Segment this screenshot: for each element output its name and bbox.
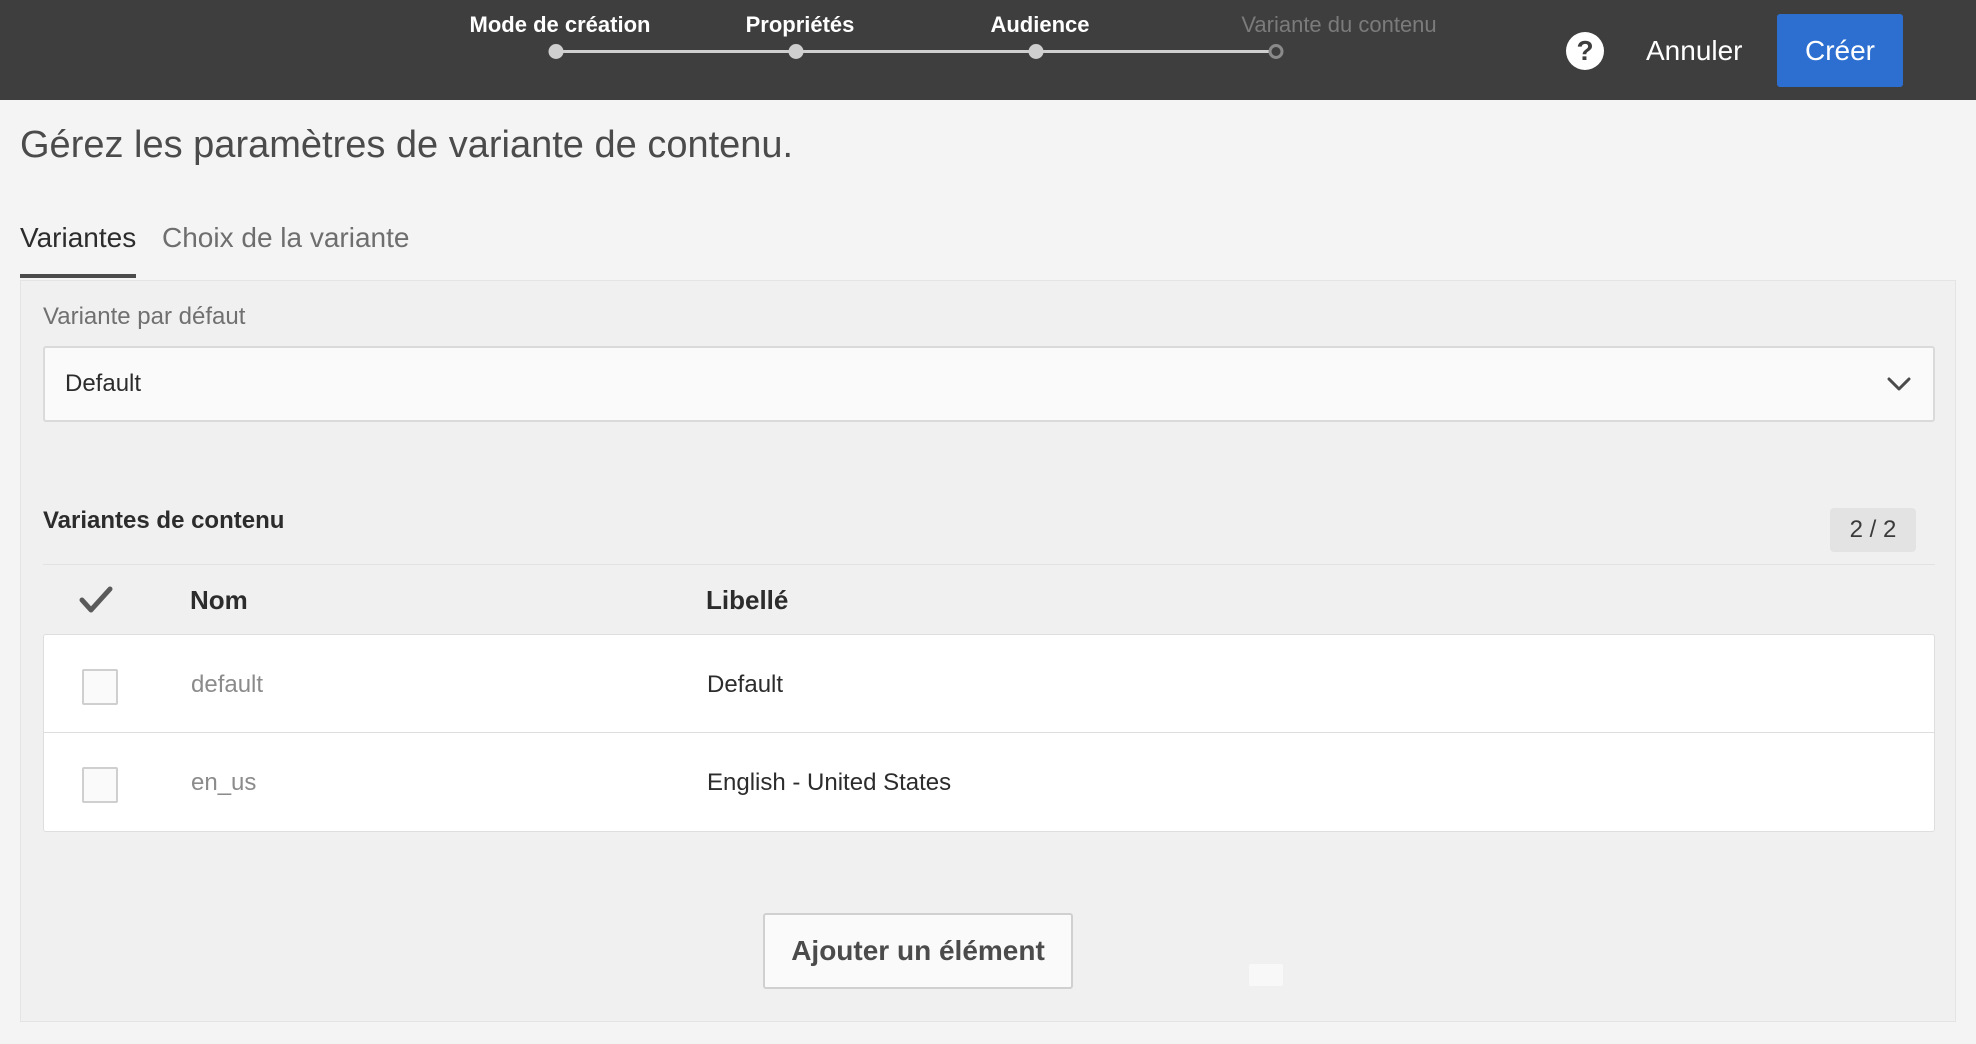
placeholder-chip [1249,964,1283,986]
default-variant-value: Default [65,370,142,397]
row-label: English - United States [707,769,952,796]
row-checkbox[interactable] [82,669,118,705]
step-connector [556,50,799,53]
content-variants-title: Variantes de contenu [43,507,285,534]
row-name: en_us [191,769,257,796]
step-label-proprietes[interactable]: Propriétés [746,12,855,38]
variants-table: Nom Libellé default Default en_us Englis… [43,564,1935,832]
row-label: Default [707,671,784,698]
column-header-libelle[interactable]: Libellé [706,585,788,616]
step-connector [796,50,1036,53]
step-label-variante-contenu: Variante du contenu [1241,12,1437,37]
step-label-audience[interactable]: Audience [990,12,1089,38]
step-connector [1036,50,1276,53]
table-row[interactable]: default Default [44,635,1934,733]
step-dot-audience[interactable] [1028,44,1044,59]
table-header: Nom Libellé [43,564,1935,634]
default-variant-select[interactable]: Default [43,346,1935,422]
chevron-down-icon [1887,377,1911,391]
checkmark-icon[interactable] [79,585,113,615]
step-label-mode-creation[interactable]: Mode de création [470,12,651,38]
cancel-button[interactable]: Annuler [1640,24,1749,78]
column-header-nom[interactable]: Nom [190,585,248,616]
help-icon[interactable]: ? [1566,32,1604,70]
create-button[interactable]: Créer [1777,14,1903,87]
step-dot-proprietes[interactable] [788,44,804,59]
table-body: default Default en_us English - United S… [43,634,1935,832]
add-element-button[interactable]: Ajouter un élément [763,913,1073,989]
top-bar: Mode de création Propriétés Audience Var… [0,0,1976,100]
step-dot-variante-contenu [1268,44,1284,59]
step-dot-mode-creation[interactable] [548,44,564,59]
tab-variantes[interactable]: Variantes [20,222,137,280]
row-checkbox[interactable] [82,767,118,803]
row-name: default [191,671,264,698]
variants-panel: Variante par défaut Default Variantes de… [20,280,1956,1022]
tab-choix-variante[interactable]: Choix de la variante [162,222,409,280]
table-row[interactable]: en_us English - United States [44,733,1934,831]
page-title: Gérez les paramètres de variante de cont… [20,124,794,166]
variant-count-badge: 2 / 2 [1830,508,1916,552]
default-variant-label: Variante par défaut [43,303,246,330]
